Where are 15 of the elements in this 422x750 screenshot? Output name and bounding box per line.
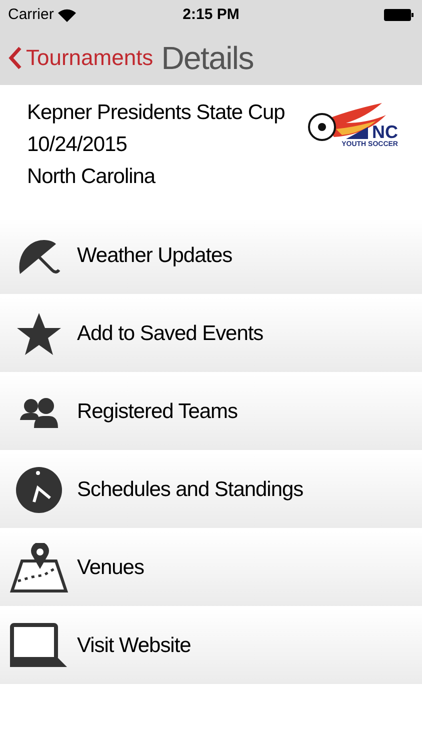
battery-icon bbox=[384, 9, 414, 21]
clock-time: 2:15 PM bbox=[182, 4, 240, 25]
carrier-label: Carrier bbox=[8, 4, 54, 25]
laptop-icon bbox=[8, 623, 68, 669]
page-title: Details bbox=[161, 38, 254, 78]
map-pin-icon bbox=[10, 543, 68, 593]
event-date: 10/24/2015 bbox=[27, 132, 128, 158]
people-icon bbox=[18, 396, 58, 428]
wifi-icon bbox=[58, 8, 76, 22]
event-location: North Carolina bbox=[27, 164, 156, 190]
back-button[interactable]: Tournaments bbox=[8, 41, 154, 74]
chevron-left-icon bbox=[8, 46, 22, 70]
star-icon bbox=[16, 312, 62, 356]
event-name: Kepner Presidents State Cup bbox=[27, 100, 285, 126]
clock-icon bbox=[14, 466, 62, 514]
